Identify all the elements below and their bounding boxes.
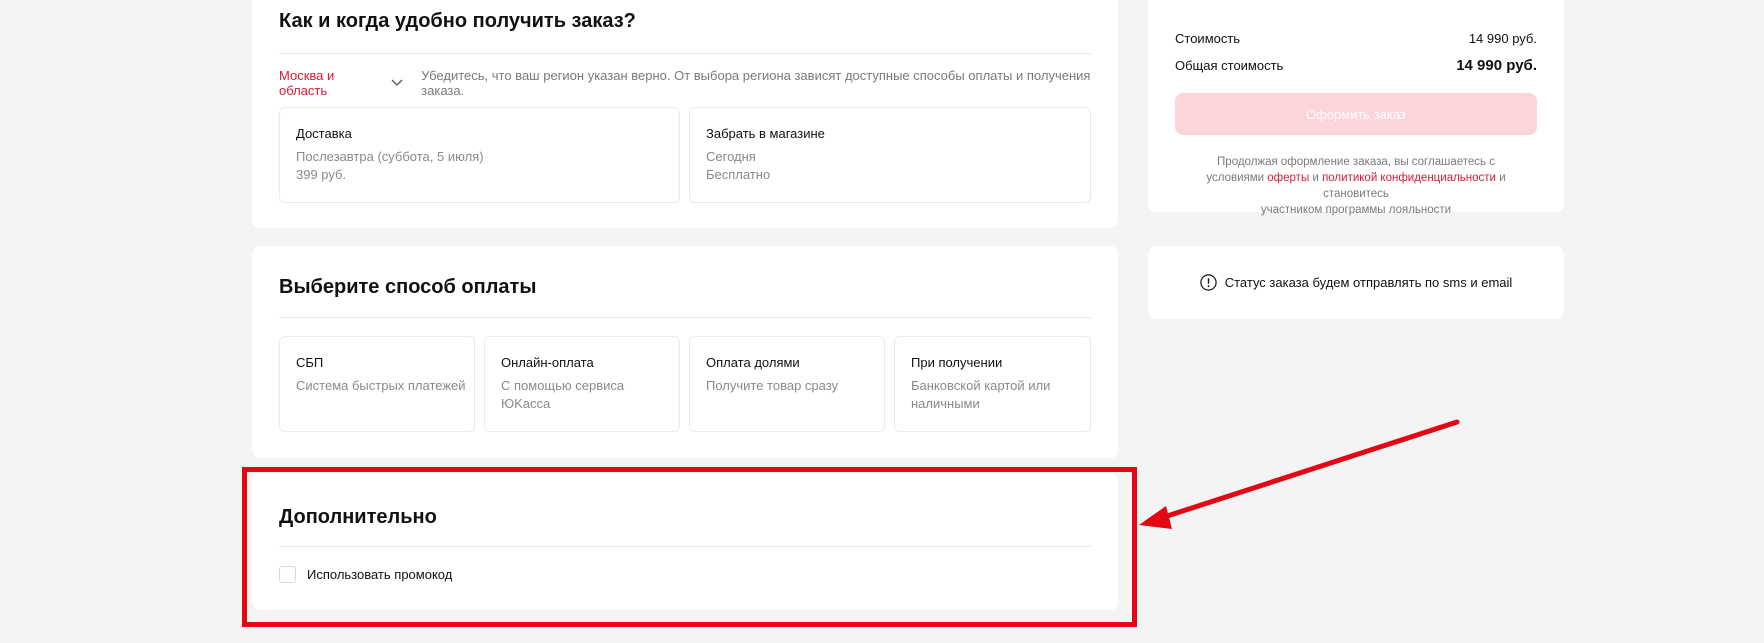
status-text: Статус заказа будем отправлять по sms и …: [1224, 275, 1513, 290]
legal-line: Продолжая оформление заказа, вы соглашае…: [1217, 156, 1495, 168]
option-subtitle: Система быстрых платежей: [296, 378, 466, 393]
option-price: 399 руб.: [296, 167, 347, 182]
payment-option-installments[interactable]: Оплата долями Получите товар сразу: [689, 336, 885, 432]
payment-option-sbp[interactable]: СБП Система быстрых платежей: [279, 336, 475, 432]
order-summary: Стоимость 14 990 руб. Общая стоимость 14…: [1148, 0, 1564, 216]
option-title: Забрать в магазине: [706, 126, 825, 141]
info-icon: [1200, 274, 1217, 291]
delivery-title: Как и когда удобно получить заказ?: [279, 10, 636, 32]
divider: [279, 317, 1091, 318]
total-row: Общая стоимость 14 990 руб.: [1175, 57, 1537, 74]
region-hint: Убедитесь, что ваш регион указан верно. …: [421, 68, 1091, 98]
legal-text: условиями: [1206, 172, 1265, 184]
option-title: Онлайн-оплата: [501, 355, 594, 370]
payment-option-online[interactable]: Онлайн-оплата С помощью сервиса ЮKасса: [484, 336, 680, 432]
payment-title: Выберите способ оплаты: [279, 276, 537, 298]
option-title: СБП: [296, 355, 324, 370]
delivery-option-courier[interactable]: Доставка Послезавтра (суббота, 5 июля) 3…: [279, 107, 680, 203]
delivery-option-pickup[interactable]: Забрать в магазине Сегодня Бесплатно: [689, 107, 1091, 203]
divider: [279, 53, 1091, 54]
place-order-button[interactable]: Оформить заказ: [1175, 93, 1537, 135]
offer-link[interactable]: оферты: [1267, 172, 1309, 184]
payment-option-on-receipt[interactable]: При получении Банковской картой или нали…: [894, 336, 1091, 432]
option-subtitle: наличными: [911, 396, 980, 411]
legal-text: и: [1312, 172, 1319, 184]
option-title: При получении: [911, 355, 1003, 370]
delivery-section: Как и когда удобно получить заказ? Москв…: [252, 0, 1118, 228]
option-subtitle: Сегодня: [706, 149, 756, 164]
region-row: Москва и область Убедитесь, что ваш реги…: [279, 68, 1118, 98]
annotation-highlight-box: [242, 467, 1137, 627]
option-price: Бесплатно: [706, 167, 771, 182]
privacy-policy-link[interactable]: политикой конфиденциальности: [1322, 172, 1496, 184]
option-title: Оплата долями: [706, 355, 800, 370]
cost-label: Стоимость: [1175, 31, 1241, 46]
chevron-down-icon[interactable]: [391, 79, 403, 87]
option-subtitle: С помощью сервиса ЮKасса: [501, 378, 625, 411]
option-subtitle: Получите товар сразу: [706, 378, 839, 393]
cost-value: 14 990 руб.: [1468, 31, 1537, 46]
status-notice: Статус заказа будем отправлять по sms и …: [1148, 246, 1564, 319]
total-value: 14 990 руб.: [1456, 57, 1537, 74]
region-selector[interactable]: Москва и область: [279, 68, 383, 98]
option-title: Доставка: [296, 126, 352, 141]
payment-section: Выберите способ оплаты СБП Система быстр…: [252, 246, 1118, 458]
legal-line: условиями оферты и политикой конфиденциа…: [1175, 170, 1537, 202]
legal-notice: Продолжая оформление заказа, вы соглашае…: [1175, 154, 1537, 218]
option-subtitle: Послезавтра (суббота, 5 июля): [296, 149, 484, 164]
cost-row: Стоимость 14 990 руб.: [1175, 31, 1537, 46]
option-subtitle: Банковской картой или: [911, 378, 1051, 393]
legal-line: участником программы лояльности: [1260, 204, 1452, 216]
total-label: Общая стоимость: [1175, 58, 1284, 73]
